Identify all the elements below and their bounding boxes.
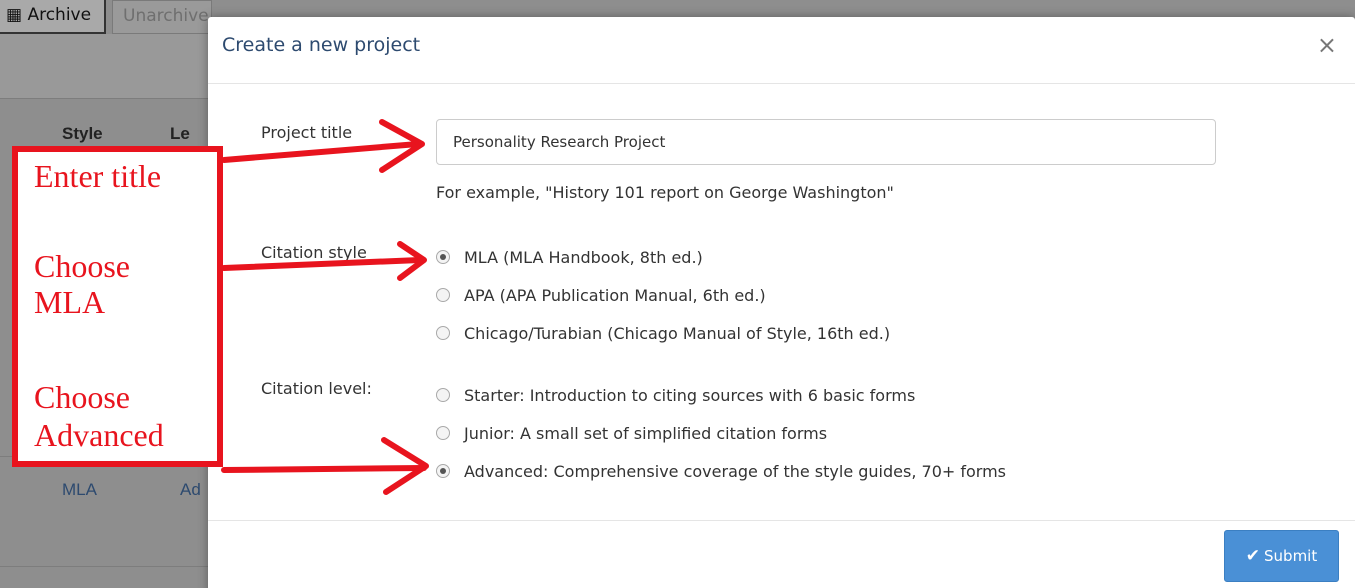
screen: ▦ Archive Unarchive Style Le MLA Ad Crea… — [0, 0, 1355, 588]
arrow-advanced-shaft — [221, 465, 427, 473]
arrow-title-shaft — [221, 141, 421, 163]
arrow-mla-shaft — [221, 257, 423, 271]
annotation-arrows — [221, 119, 429, 495]
